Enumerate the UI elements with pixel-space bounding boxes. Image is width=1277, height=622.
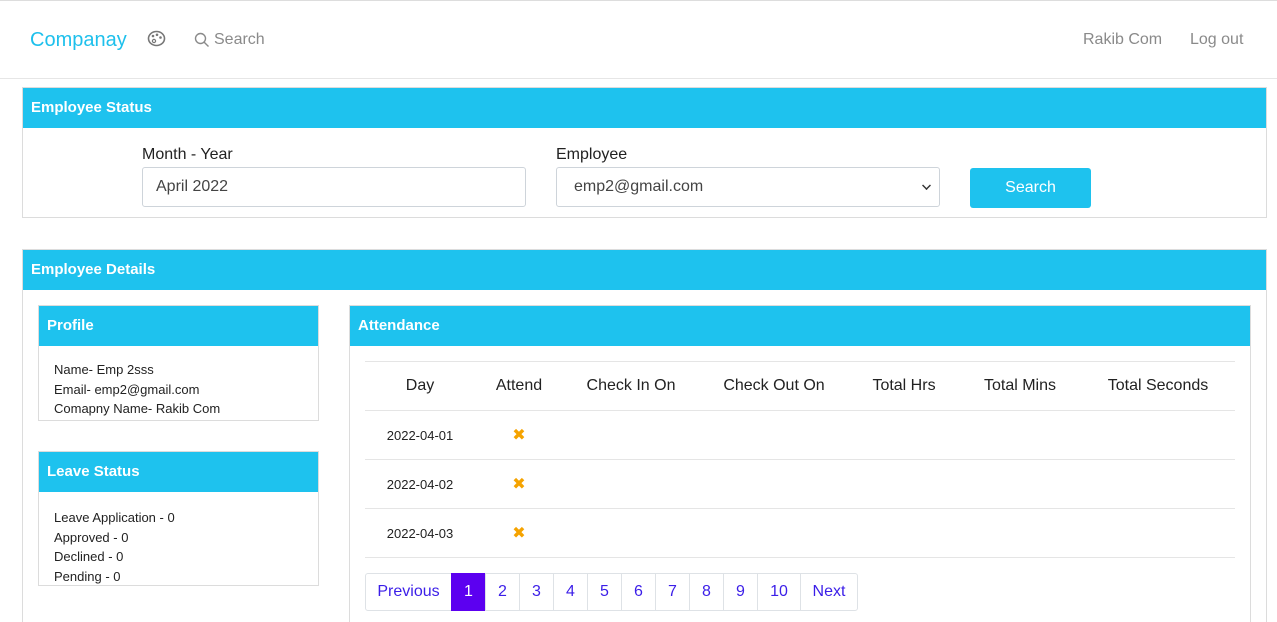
check-in-cell [563,508,699,558]
profile-name: Name- Emp 2sss [54,362,154,377]
check-in-cell [563,410,699,460]
leave-approved-count: Approved - 0 [54,529,129,545]
profile-company: Comapny Name- Rakib Com [54,401,221,416]
total-seconds-cell [1081,459,1235,509]
attendance-title: Attendance [350,306,1250,346]
day-cell: 2022-04-01 [365,410,475,460]
day-cell: 2022-04-02 [365,459,475,509]
leave-declined-count: Declined - 0 [54,549,124,564]
leave-pending-count: Pending - 0 [54,568,121,584]
total-seconds-cell [1081,508,1235,558]
chevron-down-icon [922,181,931,190]
page-9-button[interactable]: 9 [723,573,758,611]
day-cell: 2022-04-03 [365,508,475,558]
check-out-cell [699,508,849,558]
x-mark-icon: ✖ [512,525,526,542]
check-out-cell [699,459,849,509]
leave-application-count: Leave Application - 0 [54,510,175,525]
page-previous-button[interactable]: Previous [365,573,452,611]
total-seconds-cell [1081,410,1235,460]
logout-link[interactable]: Log out [1190,31,1243,49]
palette-icon[interactable] [147,30,166,47]
month-year-label: Month - Year [142,146,233,163]
nav-search-link[interactable]: Search [194,31,265,49]
page-8-button[interactable]: 8 [689,573,724,611]
profile-email: Email- emp2@gmail.com [54,381,200,397]
page-2-button[interactable]: 2 [485,573,520,611]
nav-search-label: Search [214,31,265,48]
page-1-button[interactable]: 1 [451,573,486,611]
total-hrs-cell [849,508,959,558]
total-mins-cell [959,508,1081,558]
employee-label: Employee [556,146,628,163]
brand-link[interactable]: Companay [30,29,127,52]
employee-status-title: Employee Status [23,88,1266,128]
x-mark-icon: ✖ [512,476,526,493]
page-7-button[interactable]: 7 [655,573,690,611]
col-attend: Attend [475,361,563,411]
month-year-input[interactable]: April 2022 [142,167,526,207]
col-total-seconds: Total Seconds [1081,361,1235,411]
attendance-table: Day Attend Check In On Check Out On Tota… [365,361,1235,558]
table-row: 2022-04-02 ✖ [365,459,1235,509]
employee-details-title: Employee Details [23,250,1266,290]
search-button[interactable]: Search [970,168,1091,208]
col-check-in: Check In On [563,361,699,411]
pagination: Previous 1 2 3 4 5 6 7 8 9 10 Next [365,573,858,611]
leave-status-card: Leave Status Leave Application - 0 Appro… [38,451,319,586]
page-5-button[interactable]: 5 [587,573,622,611]
col-check-out: Check Out On [699,361,849,411]
search-icon [194,32,209,47]
employee-select-value: emp2@gmail.com [574,178,704,195]
profile-card: Profile Name- Emp 2sss Email- emp2@gmail… [38,305,319,421]
total-hrs-cell [849,410,959,460]
table-row: 2022-04-03 ✖ [365,508,1235,558]
page-next-button[interactable]: Next [800,573,858,611]
page-4-button[interactable]: 4 [553,573,588,611]
page-3-button[interactable]: 3 [519,573,554,611]
x-mark-icon: ✖ [512,427,526,444]
page-10-button[interactable]: 10 [757,573,801,611]
check-in-cell [563,459,699,509]
col-total-mins: Total Mins [959,361,1081,411]
top-navbar: Companay Search Rakib Com Log out [0,0,1277,79]
total-mins-cell [959,410,1081,460]
check-out-cell [699,410,849,460]
profile-title: Profile [39,306,318,346]
page-6-button[interactable]: 6 [621,573,656,611]
table-row: 2022-04-01 ✖ [365,410,1235,460]
leave-status-title: Leave Status [39,452,318,492]
table-header-row: Day Attend Check In On Check Out On Tota… [365,361,1235,411]
col-day: Day [365,361,475,411]
month-year-value: April 2022 [156,178,229,195]
total-mins-cell [959,459,1081,509]
user-name-link[interactable]: Rakib Com [1083,31,1162,49]
total-hrs-cell [849,459,959,509]
col-total-hrs: Total Hrs [849,361,959,411]
employee-select[interactable]: emp2@gmail.com [556,167,940,207]
